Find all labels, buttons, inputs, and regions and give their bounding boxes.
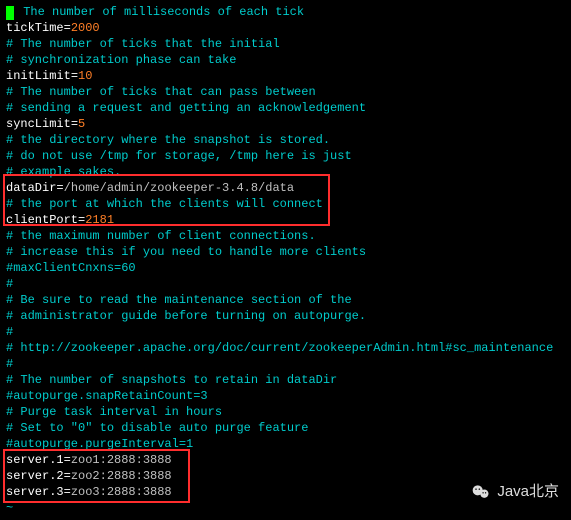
key-server3: server.3 [6, 485, 64, 499]
comment: # The number of snapshots to retain in d… [6, 372, 565, 388]
comment: # synchronization phase can take [6, 52, 565, 68]
key-server1: server.1 [6, 453, 64, 467]
comment: # administrator guide before turning on … [6, 308, 565, 324]
key-initlimit: initLimit [6, 69, 71, 83]
val-server3: zoo3:2888:3888 [71, 485, 172, 499]
config-line: initLimit=10 [6, 68, 565, 84]
config-line-server1: server.1=zoo1:2888:3888 [6, 452, 565, 468]
terminal-viewport[interactable]: The number of milliseconds of each tick … [0, 0, 571, 520]
val-ticktime: 2000 [71, 21, 100, 35]
key-server2: server.2 [6, 469, 64, 483]
config-line-server2: server.2=zoo2:2888:3888 [6, 468, 565, 484]
val-synclimit: 5 [78, 117, 85, 131]
comment: # sending a request and getting an ackno… [6, 100, 565, 116]
comment: # The number of ticks that the initial [6, 36, 565, 52]
config-line-datadir: dataDir=/home/admin/zookeeper-3.4.8/data [6, 180, 565, 196]
comment: # the maximum number of client connectio… [6, 228, 565, 244]
config-line-clientport: clientPort=2181 [6, 212, 565, 228]
comment: # example sakes. [6, 164, 565, 180]
config-line: tickTime=2000 [6, 20, 565, 36]
config-line-server3: server.3=zoo3:2888:3888 [6, 484, 565, 500]
commented-setting: #autopurge.snapRetainCount=3 [6, 388, 565, 404]
comment: # Purge task interval in hours [6, 404, 565, 420]
comment: # do not use /tmp for storage, /tmp here… [6, 148, 565, 164]
empty-prompt-line: ~ [6, 500, 565, 516]
comment: # [6, 324, 565, 340]
val-datadir: /home/admin/zookeeper-3.4.8/data [64, 181, 294, 195]
comment: # Be sure to read the maintenance sectio… [6, 292, 565, 308]
config-line: The number of milliseconds of each tick [6, 4, 565, 20]
val-clientport: 2181 [85, 213, 114, 227]
key-ticktime: tickTime [6, 21, 64, 35]
key-clientport: clientPort [6, 213, 78, 227]
comment: # the port at which the clients will con… [6, 196, 565, 212]
key-synclimit: syncLimit [6, 117, 71, 131]
key-datadir: dataDir [6, 181, 56, 195]
comment: # increase this if you need to handle mo… [6, 244, 565, 260]
comment: The number of milliseconds of each tick [16, 5, 304, 19]
comment: # [6, 356, 565, 372]
comment: # [6, 276, 565, 292]
config-line: syncLimit=5 [6, 116, 565, 132]
commented-setting: #autopurge.purgeInterval=1 [6, 436, 565, 452]
val-server1: zoo1:2888:3888 [71, 453, 172, 467]
cursor-icon [6, 6, 14, 20]
comment: # The number of ticks that can pass betw… [6, 84, 565, 100]
val-server2: zoo2:2888:3888 [71, 469, 172, 483]
comment: # the directory where the snapshot is st… [6, 132, 565, 148]
commented-setting: #maxClientCnxns=60 [6, 260, 565, 276]
comment-url: # http://zookeeper.apache.org/doc/curren… [6, 340, 565, 356]
val-initlimit: 10 [78, 69, 92, 83]
comment: # Set to "0" to disable auto purge featu… [6, 420, 565, 436]
